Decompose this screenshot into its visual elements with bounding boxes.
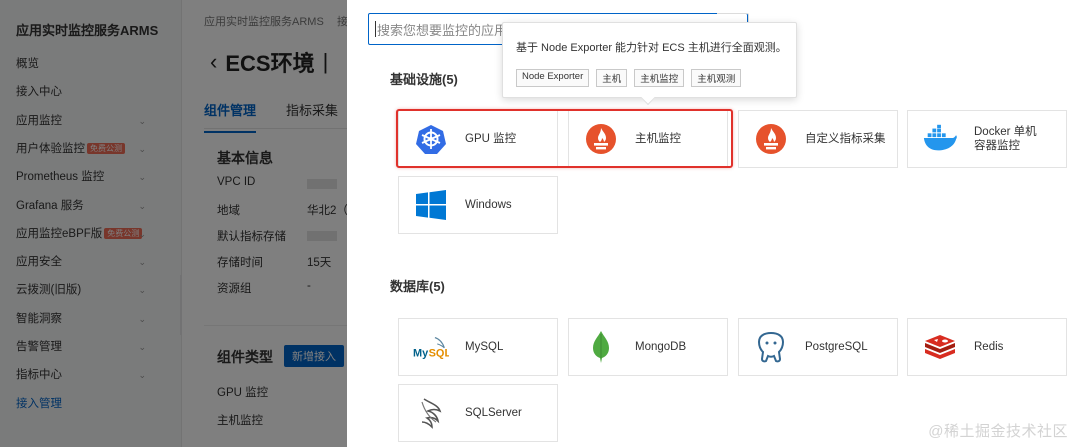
integration-card[interactable]: Windows	[398, 176, 558, 234]
integration-card-label: Redis	[974, 341, 1004, 353]
tooltip-tag: Node Exporter	[516, 69, 590, 87]
tooltip-tag: 主机	[596, 69, 628, 87]
search-placeholder: 搜索您想要监控的应用	[377, 22, 508, 38]
host-monitor-tooltip: 基于 Node Exporter 能力针对 ECS 主机进行全面观测。 Node…	[502, 22, 797, 106]
integration-card-label: MongoDB	[635, 341, 687, 353]
svg-text:My: My	[413, 347, 429, 359]
integration-card[interactable]: PostgreSQL	[738, 318, 898, 376]
integration-card[interactable]: Docker 单机 容器监控	[907, 110, 1067, 168]
integration-card[interactable]: 自定义指标采集	[738, 110, 898, 168]
group-title-database: 数据库(5)	[390, 279, 445, 294]
redis-icon	[922, 329, 958, 365]
integration-card-label: MySQL	[465, 341, 504, 353]
integration-card-label: Docker 单机 容器监控	[974, 126, 1037, 152]
docker-icon	[922, 121, 958, 157]
integration-card[interactable]: MongoDB	[568, 318, 728, 376]
windows-icon	[413, 187, 449, 223]
integration-card-label: PostgreSQL	[805, 341, 868, 353]
mongodb-icon	[583, 329, 619, 365]
tooltip-tags: Node Exporter 主机 主机监控 主机观测	[516, 69, 742, 87]
text-cursor	[375, 21, 376, 37]
highlight-box	[396, 109, 733, 168]
tooltip-text: 基于 Node Exporter 能力针对 ECS 主机进行全面观测。	[516, 42, 787, 54]
integration-card-label: Windows	[465, 199, 512, 211]
mysql-icon: My SQL	[413, 329, 449, 365]
integration-card[interactable]: SQLServer	[398, 384, 558, 442]
tooltip-tag: 主机观测	[691, 69, 742, 87]
watermark: @稀土掘金技术社区	[928, 423, 1068, 440]
integration-card-label: 自定义指标采集	[805, 133, 886, 145]
integration-card[interactable]: My SQL MySQL	[398, 318, 558, 376]
integration-card-label: SQLServer	[465, 407, 522, 419]
tooltip-tag: 主机监控	[634, 69, 685, 87]
integration-card[interactable]: Redis	[907, 318, 1067, 376]
group-title-infrastructure: 基础设施(5)	[390, 72, 458, 87]
prometheus-icon	[753, 121, 789, 157]
svg-text:SQL: SQL	[429, 347, 449, 359]
sqlserver-icon	[413, 395, 449, 431]
postgresql-icon	[753, 329, 789, 365]
